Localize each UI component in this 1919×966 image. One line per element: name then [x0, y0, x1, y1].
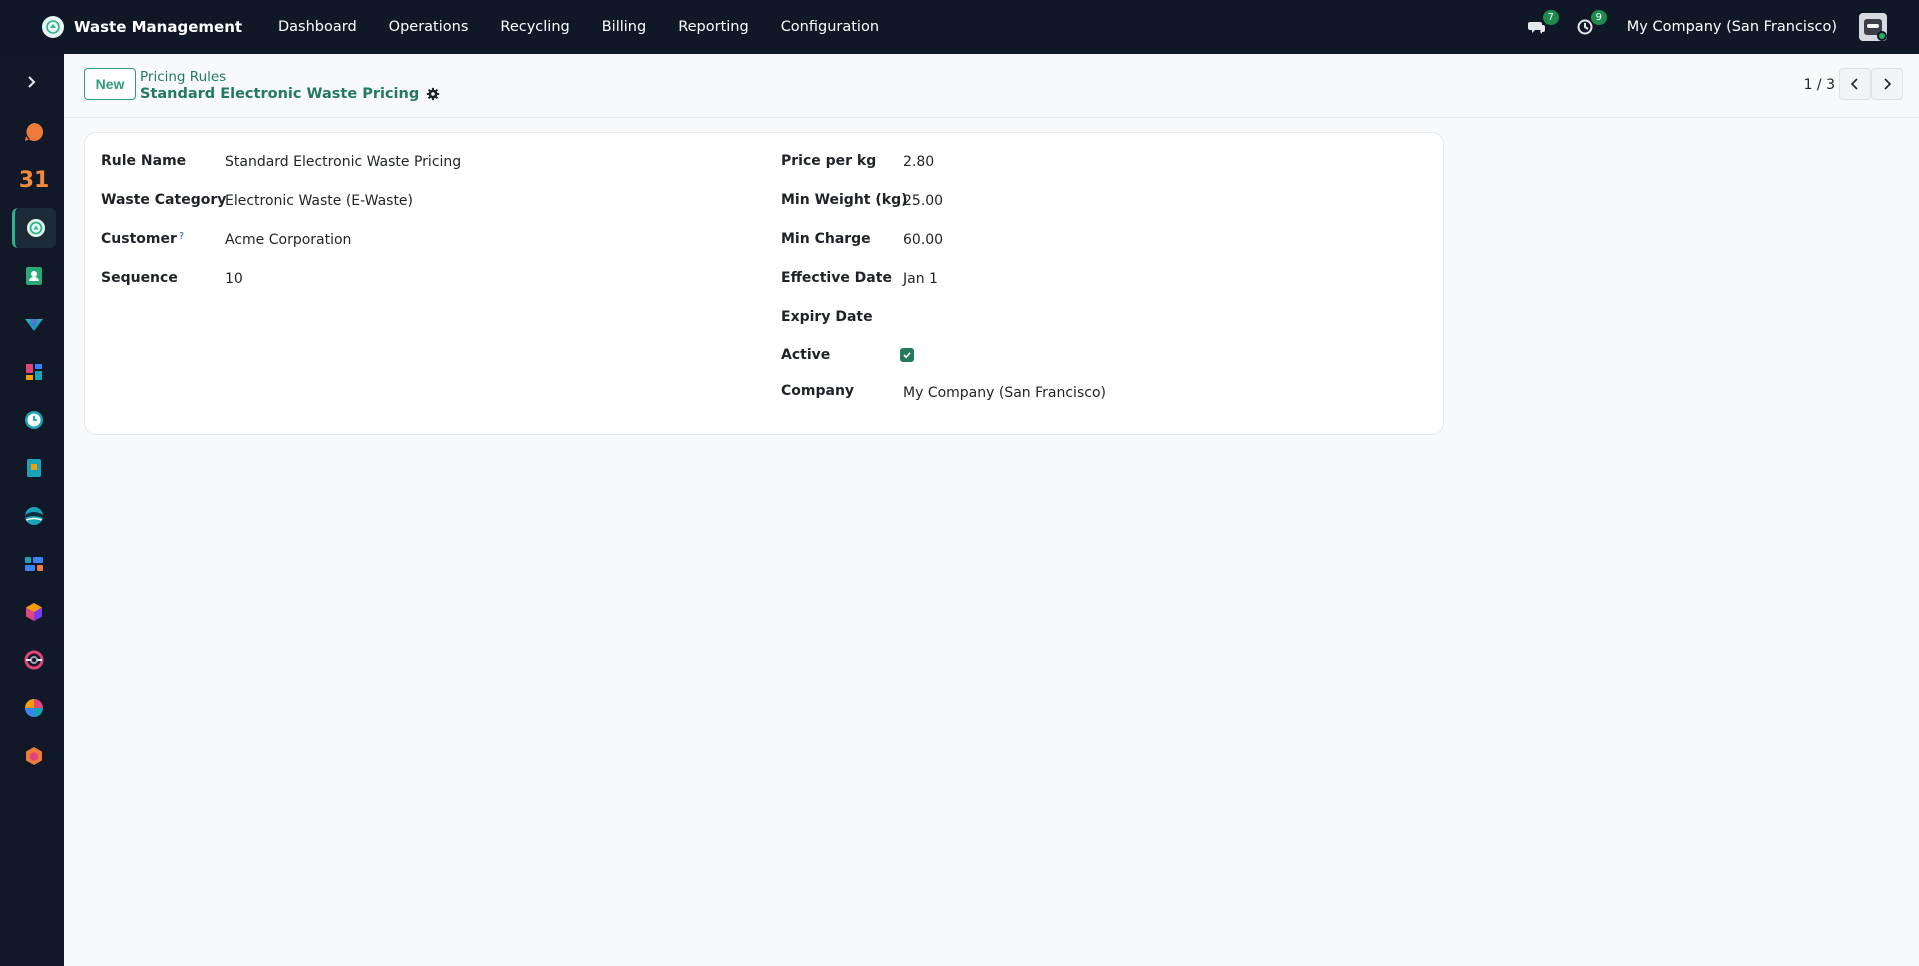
effective-date-input[interactable]: Jan 1 [903, 271, 938, 287]
waste-management-logo-icon [42, 16, 64, 38]
breadcrumb-pricing-rules[interactable]: Pricing Rules [140, 69, 226, 85]
record-title: Standard Electronic Waste Pricing [140, 86, 420, 102]
field-company: Company [781, 383, 854, 399]
sidebar-app-timesheets[interactable] [12, 400, 56, 440]
sidebar-app-discuss[interactable] [12, 112, 56, 152]
waste-management-icon [26, 219, 45, 237]
expiry-date-input[interactable] [903, 310, 1103, 328]
gear-icon[interactable] [426, 87, 440, 101]
field-service-icon [26, 747, 42, 765]
field-rule-name: Rule Name [101, 153, 186, 169]
sidebar-app-helpdesk[interactable] [12, 640, 56, 680]
contacts-icon [26, 267, 42, 285]
sidebar-app-contacts[interactable] [12, 256, 56, 296]
field-min-charge: Min Charge [781, 231, 871, 247]
inventory-icon [26, 603, 42, 621]
sequence-label: Sequence [101, 270, 178, 286]
min-weight-input[interactable]: 25.00 [903, 193, 943, 209]
effective-date-label: Effective Date [781, 270, 892, 286]
company-input[interactable]: My Company (San Francisco) [903, 385, 1106, 401]
sidebar-app-calendar[interactable]: 31 [12, 160, 56, 200]
min-weight-label: Min Weight (kg) [781, 192, 908, 208]
documents-icon [27, 459, 41, 477]
sidebar-app-documents[interactable] [12, 448, 56, 488]
rule-name-label: Rule Name [101, 153, 187, 169]
checkmark-icon [903, 352, 911, 359]
menu-billing[interactable]: Billing [602, 19, 646, 35]
pager-counter[interactable]: 1 / 3 [1804, 77, 1835, 93]
dashboards-icon [26, 364, 42, 380]
menu-dashboard[interactable]: Dashboard [278, 19, 357, 35]
sidebar-app-dashboards[interactable] [12, 352, 56, 392]
menu-recycling[interactable]: Recycling [500, 19, 569, 35]
discuss-icon [25, 122, 44, 141]
sidebar-app-field-service[interactable] [12, 736, 56, 776]
price-per-kg-label: Price per kg [781, 153, 877, 169]
new-button[interactable]: New [84, 68, 136, 100]
menu-configuration[interactable]: Configuration [781, 19, 879, 35]
customer-label: Customer [101, 231, 177, 247]
company-label: Company [781, 383, 855, 399]
activities-badge: 9 [1590, 10, 1607, 25]
sidebar-app-crm[interactable] [12, 304, 56, 344]
waste-category-input[interactable]: Electronic Waste (E-Waste) [225, 193, 413, 209]
active-checkbox[interactable] [900, 348, 914, 362]
expiry-date-label: Expiry Date [781, 309, 873, 325]
app-sidebar: 31 [0, 54, 64, 966]
min-charge-label: Min Charge [781, 231, 871, 247]
online-status-icon [1877, 31, 1887, 41]
company-switcher[interactable]: My Company (San Francisco) [1627, 19, 1837, 35]
sidebar-app-website[interactable] [12, 496, 56, 536]
field-waste-category: Waste Category [101, 192, 226, 208]
crm-icon [25, 319, 43, 331]
customer-help-icon[interactable]: ? [179, 231, 184, 242]
field-expiry-date: Expiry Date [781, 309, 873, 325]
messages-button[interactable]: 7 [1525, 10, 1559, 39]
app-brand[interactable]: Waste Management [42, 16, 278, 38]
pager-next-button[interactable] [1871, 68, 1903, 100]
form-sheet: Rule Name Standard Electronic Waste Pric… [84, 132, 1444, 435]
menu-operations[interactable]: Operations [389, 19, 469, 35]
helpdesk-icon [24, 650, 44, 670]
project-icon [25, 557, 43, 571]
activities-button[interactable]: 9 [1573, 10, 1607, 39]
sidebar-app-waste-management[interactable] [12, 208, 56, 248]
chevron-right-icon [1884, 78, 1892, 90]
sidebar-toggle-chevron-icon[interactable] [20, 70, 44, 94]
field-sequence: Sequence [101, 270, 178, 286]
field-customer: Customer ? [101, 231, 184, 247]
pager-previous-button[interactable] [1839, 68, 1871, 100]
rule-name-input[interactable]: Standard Electronic Waste Pricing [225, 154, 461, 170]
main-menu: Dashboard Operations Recycling Billing R… [278, 19, 911, 35]
menu-reporting[interactable]: Reporting [678, 19, 749, 35]
price-per-kg-input[interactable]: 2.80 [903, 154, 934, 170]
sidebar-app-inventory[interactable] [12, 592, 56, 632]
sidebar-app-spreadsheet[interactable] [12, 688, 56, 728]
top-navbar: Waste Management Dashboard Operations Re… [0, 0, 1919, 54]
field-min-weight: Min Weight (kg) [781, 192, 908, 208]
timesheets-icon [25, 411, 43, 429]
customer-input[interactable]: Acme Corporation [225, 232, 351, 248]
active-label: Active [781, 347, 831, 363]
sequence-input[interactable]: 10 [225, 271, 243, 287]
avatar-eyes [1867, 24, 1879, 28]
field-price-per-kg: Price per kg [781, 153, 876, 169]
field-active: Active [781, 347, 830, 363]
user-avatar[interactable] [1859, 13, 1887, 41]
website-icon [25, 507, 43, 525]
app-name: Waste Management [74, 18, 243, 36]
control-panel: New Pricing Rules Standard Electronic Wa… [64, 54, 1919, 118]
field-effective-date: Effective Date [781, 270, 892, 286]
calendar-icon: 31 [18, 167, 50, 193]
breadcrumb-current-record: Standard Electronic Waste Pricing [140, 86, 440, 102]
chevron-left-icon [1850, 78, 1858, 90]
waste-category-label: Waste Category [101, 192, 227, 208]
spreadsheet-icon [25, 699, 43, 717]
messages-badge: 7 [1542, 10, 1559, 25]
min-charge-input[interactable]: 60.00 [903, 232, 943, 248]
sidebar-app-project[interactable] [12, 544, 56, 584]
